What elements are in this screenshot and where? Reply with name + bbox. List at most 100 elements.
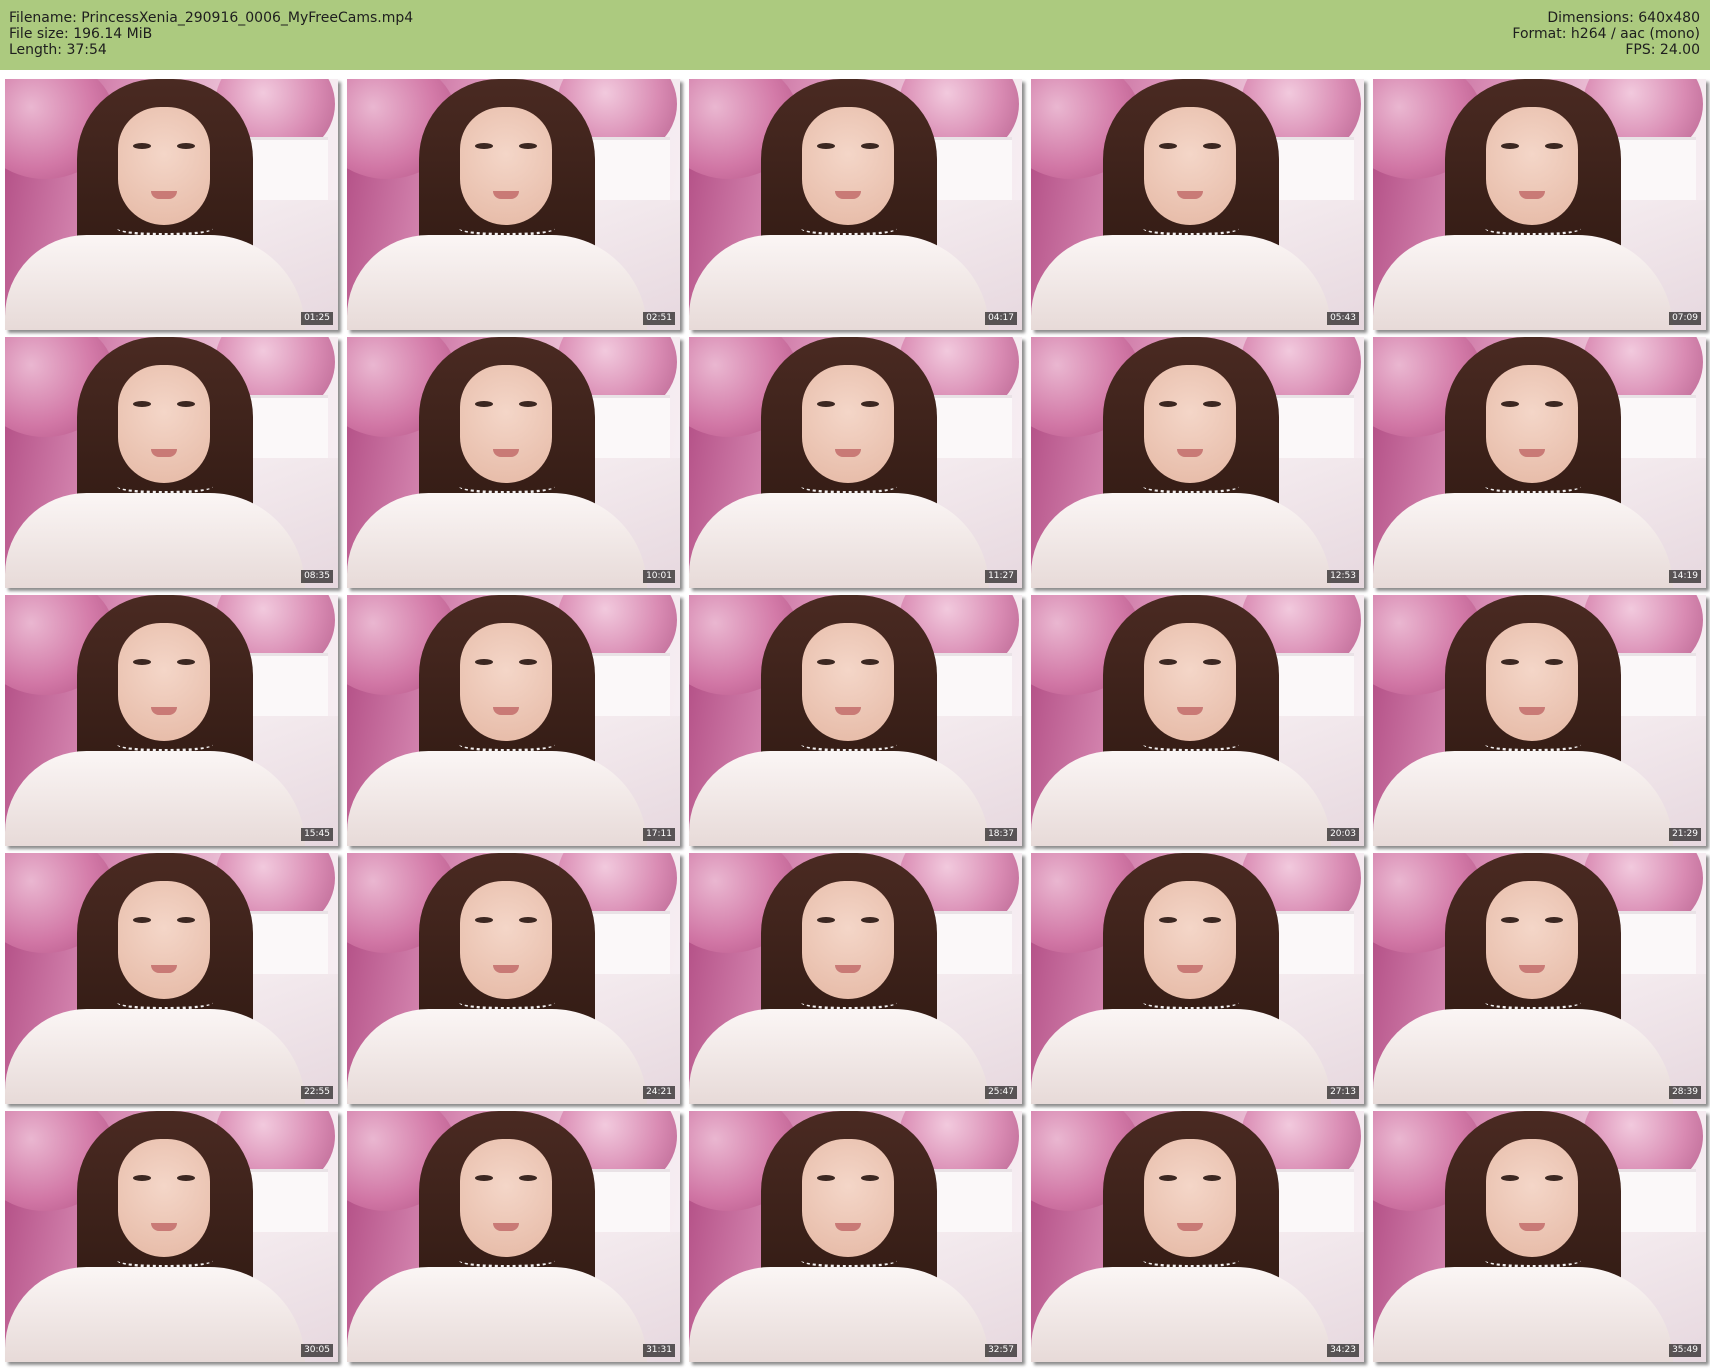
eye bbox=[1203, 659, 1221, 665]
white-robe bbox=[1373, 1009, 1673, 1104]
eye bbox=[133, 1175, 151, 1181]
timestamp-label: 30:05 bbox=[301, 1344, 333, 1357]
timestamp-label: 12:53 bbox=[1327, 570, 1359, 583]
face bbox=[802, 881, 894, 999]
timestamp-label: 05:43 bbox=[1327, 312, 1359, 325]
timestamp-label: 24:21 bbox=[643, 1086, 675, 1099]
face bbox=[460, 107, 552, 225]
face bbox=[460, 623, 552, 741]
dimensions-text: Dimensions: 640x480 bbox=[1547, 10, 1700, 26]
timestamp-label: 21:29 bbox=[1669, 828, 1701, 841]
mouth bbox=[1519, 1223, 1545, 1231]
face bbox=[118, 881, 210, 999]
mouth bbox=[1519, 965, 1545, 973]
timestamp-label: 15:45 bbox=[301, 828, 333, 841]
video-thumbnail: 24:21 bbox=[347, 853, 680, 1104]
eye bbox=[475, 1175, 493, 1181]
eye bbox=[177, 1175, 195, 1181]
eye bbox=[475, 659, 493, 665]
white-robe bbox=[5, 493, 305, 588]
video-thumbnail: 10:01 bbox=[347, 337, 680, 588]
eye bbox=[861, 917, 879, 923]
timestamp-label: 10:01 bbox=[643, 570, 675, 583]
necklace bbox=[1485, 221, 1581, 236]
eye bbox=[1545, 401, 1563, 407]
metadata-left: Filename: PrincessXenia_290916_0006_MyFr… bbox=[9, 10, 413, 58]
video-thumbnail: 15:45 bbox=[5, 595, 338, 846]
timestamp-label: 35:49 bbox=[1669, 1344, 1701, 1357]
necklace bbox=[117, 995, 213, 1010]
timestamp-label: 34:23 bbox=[1327, 1344, 1359, 1357]
necklace bbox=[117, 1253, 213, 1268]
thumbnail-grid: 01:25 02:51 04:17 05:43 07:09 08:35 10:01 11:27… bbox=[5, 79, 1706, 1362]
mouth bbox=[1177, 707, 1203, 715]
face bbox=[1486, 365, 1578, 483]
eye bbox=[1501, 401, 1519, 407]
white-robe bbox=[347, 235, 647, 330]
necklace bbox=[1143, 479, 1239, 494]
video-thumbnail: 07:09 bbox=[1373, 79, 1706, 330]
necklace bbox=[801, 737, 897, 752]
eye bbox=[1501, 659, 1519, 665]
eye bbox=[177, 401, 195, 407]
face bbox=[1144, 1139, 1236, 1257]
format-text: Format: h264 / aac (mono) bbox=[1512, 26, 1700, 42]
eye bbox=[133, 917, 151, 923]
video-thumbnail: 08:35 bbox=[5, 337, 338, 588]
mouth bbox=[1177, 965, 1203, 973]
necklace bbox=[459, 479, 555, 494]
timestamp-label: 18:37 bbox=[985, 828, 1017, 841]
face bbox=[118, 107, 210, 225]
timestamp-label: 31:31 bbox=[643, 1344, 675, 1357]
length-text: Length: 37:54 bbox=[9, 42, 107, 58]
face bbox=[1144, 623, 1236, 741]
mouth bbox=[493, 1223, 519, 1231]
eye bbox=[177, 143, 195, 149]
eye bbox=[1203, 401, 1221, 407]
white-robe bbox=[1031, 751, 1331, 846]
mouth bbox=[1177, 1223, 1203, 1231]
video-thumbnail: 18:37 bbox=[689, 595, 1022, 846]
mouth bbox=[1177, 449, 1203, 457]
white-robe bbox=[1031, 235, 1331, 330]
eye bbox=[1203, 1175, 1221, 1181]
necklace bbox=[1485, 737, 1581, 752]
necklace bbox=[801, 1253, 897, 1268]
white-robe bbox=[1031, 1009, 1331, 1104]
white-robe bbox=[689, 1009, 989, 1104]
white-robe bbox=[5, 751, 305, 846]
face bbox=[1144, 107, 1236, 225]
necklace bbox=[1485, 479, 1581, 494]
white-robe bbox=[689, 1267, 989, 1362]
white-robe bbox=[347, 1009, 647, 1104]
eye bbox=[1159, 917, 1177, 923]
necklace bbox=[801, 479, 897, 494]
eye bbox=[1203, 143, 1221, 149]
timestamp-label: 28:39 bbox=[1669, 1086, 1701, 1099]
face bbox=[118, 1139, 210, 1257]
eye bbox=[861, 659, 879, 665]
face bbox=[1486, 623, 1578, 741]
video-thumbnail: 27:13 bbox=[1031, 853, 1364, 1104]
timestamp-label: 14:19 bbox=[1669, 570, 1701, 583]
necklace bbox=[117, 737, 213, 752]
face bbox=[802, 1139, 894, 1257]
necklace bbox=[1143, 995, 1239, 1010]
metadata-header: Filename: PrincessXenia_290916_0006_MyFr… bbox=[0, 0, 1710, 70]
necklace bbox=[1143, 221, 1239, 236]
face bbox=[1486, 881, 1578, 999]
white-robe bbox=[689, 235, 989, 330]
eye bbox=[1501, 917, 1519, 923]
white-robe bbox=[1373, 751, 1673, 846]
video-thumbnail: 25:47 bbox=[689, 853, 1022, 1104]
eye bbox=[1501, 143, 1519, 149]
white-robe bbox=[5, 1267, 305, 1362]
video-thumbnail: 05:43 bbox=[1031, 79, 1364, 330]
mouth bbox=[151, 449, 177, 457]
face bbox=[1486, 1139, 1578, 1257]
white-robe bbox=[347, 751, 647, 846]
face bbox=[802, 365, 894, 483]
eye bbox=[817, 401, 835, 407]
face bbox=[1144, 881, 1236, 999]
video-thumbnail: 35:49 bbox=[1373, 1111, 1706, 1362]
